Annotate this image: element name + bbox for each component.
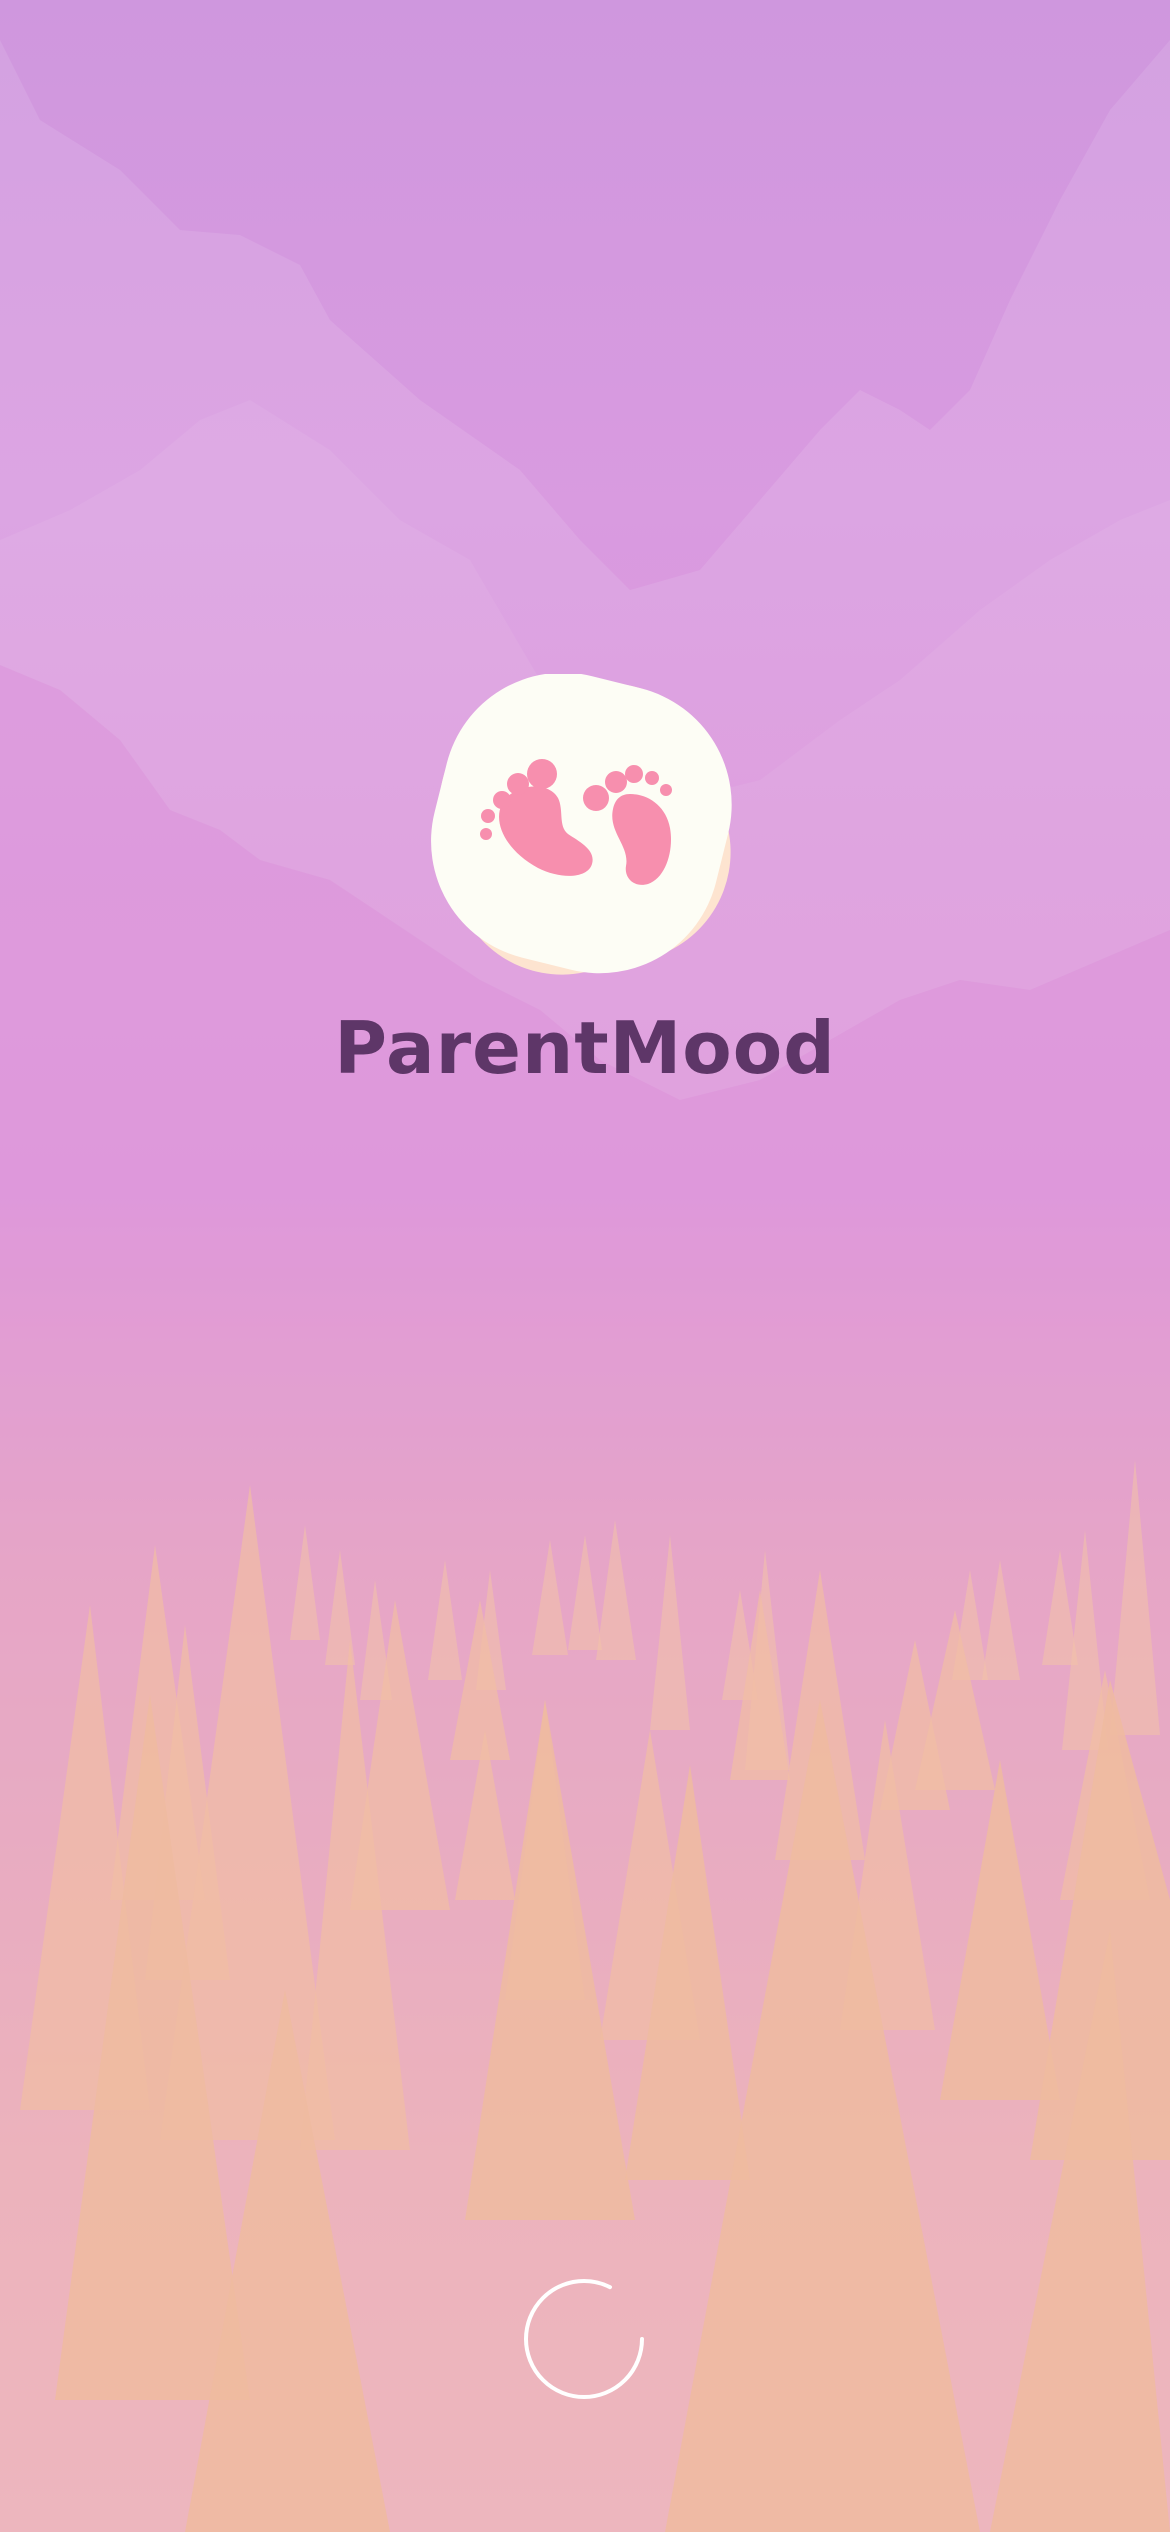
app-title: ParentMood xyxy=(334,1006,836,1090)
app-logo xyxy=(431,674,732,975)
background-landscape xyxy=(0,40,1170,2532)
logo-badge xyxy=(431,674,732,974)
loading-spinner-icon xyxy=(524,2279,644,2399)
